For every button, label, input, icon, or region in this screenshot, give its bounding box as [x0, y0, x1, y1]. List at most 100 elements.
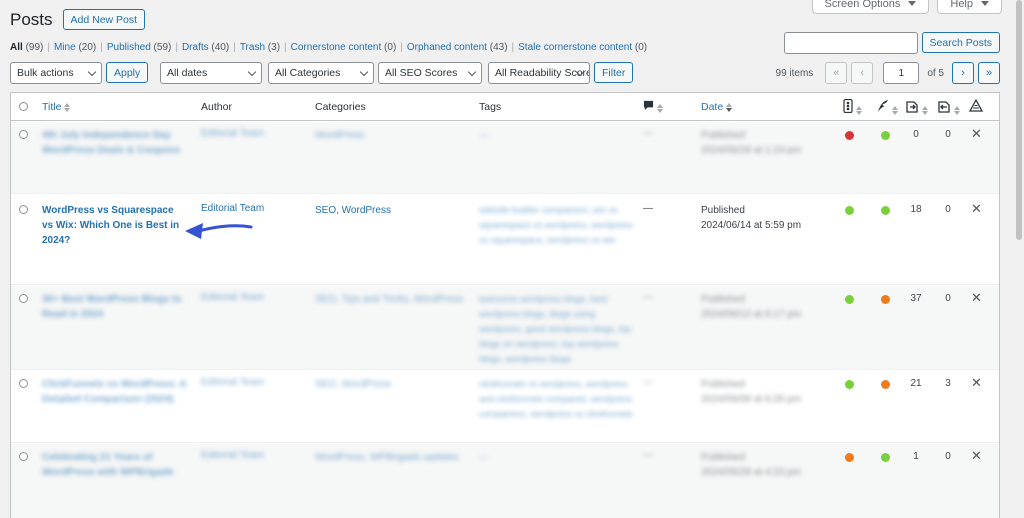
- close-icon[interactable]: ✕: [971, 201, 982, 217]
- table-row: Celebrating 21 Years of WordPress with W…: [11, 444, 999, 518]
- column-outgoing-links[interactable]: [905, 99, 928, 116]
- readability-quill-icon: [878, 100, 888, 112]
- post-author-link[interactable]: Editorial Team: [201, 203, 264, 214]
- last-page-button[interactable]: »: [978, 62, 1000, 84]
- post-author-link[interactable]: Editorial Team: [201, 450, 264, 461]
- screen-options-label: Screen Options: [824, 0, 901, 10]
- next-page-button[interactable]: ›: [952, 62, 974, 84]
- page-scrollbar[interactable]: [1014, 0, 1024, 518]
- post-author-link[interactable]: Editorial Team: [201, 128, 264, 139]
- readability-score-dot: [881, 380, 890, 389]
- scrollbar-thumb[interactable]: [1016, 0, 1022, 240]
- current-page-input[interactable]: 1: [883, 62, 920, 84]
- filter-button[interactable]: Filter: [594, 62, 634, 83]
- view-orphaned[interactable]: Orphaned content (43): [407, 42, 508, 53]
- post-tags: website builder comparison, wix vs squar…: [479, 205, 633, 245]
- dates-value: All dates: [167, 67, 208, 79]
- bulk-actions-value: Bulk actions: [17, 67, 74, 79]
- post-categories[interactable]: SEO, WordPress: [315, 377, 465, 392]
- row-checkbox[interactable]: [19, 130, 28, 139]
- help-label: Help: [950, 0, 973, 10]
- column-cornerstone[interactable]: [968, 98, 984, 115]
- select-all-checkbox[interactable]: [19, 102, 28, 111]
- column-categories: Categories: [315, 101, 366, 113]
- apply-button[interactable]: Apply: [106, 62, 149, 83]
- close-icon[interactable]: ✕: [971, 126, 982, 142]
- post-comments: —: [643, 128, 653, 139]
- view-stale-cornerstone[interactable]: Stale cornerstone content (0): [518, 42, 647, 53]
- readability-select[interactable]: All Readability Scores: [488, 62, 590, 84]
- post-comments: —: [643, 450, 653, 461]
- total-pages: of 5: [927, 67, 944, 79]
- column-seo-score[interactable]: [843, 98, 862, 116]
- help-button[interactable]: Help: [937, 0, 1002, 14]
- row-checkbox[interactable]: [19, 379, 28, 388]
- post-title-link[interactable]: Celebrating 21 Years of WordPress with W…: [42, 450, 187, 480]
- post-author-link[interactable]: Editorial Team: [201, 292, 264, 303]
- table-row: WordPress vs Squarespace vs Wix: Which O…: [11, 195, 999, 285]
- view-trash[interactable]: Trash (3): [240, 42, 280, 53]
- search-posts-button[interactable]: Search Posts: [921, 32, 1000, 53]
- tablenav-top: Bulk actions Apply All dates All Categor…: [10, 62, 1000, 84]
- seo-scores-value: All SEO Scores: [385, 67, 458, 79]
- post-categories[interactable]: WordPress, WPBrigade updates: [315, 450, 465, 465]
- prev-page-button: ‹: [851, 62, 874, 84]
- search-box: Search Posts: [783, 32, 1000, 54]
- dates-select[interactable]: All dates: [160, 62, 262, 84]
- view-cornerstone[interactable]: Cornerstone content (0): [291, 42, 397, 53]
- sort-icon: [892, 105, 898, 115]
- view-all[interactable]: All (99): [10, 42, 43, 53]
- search-input[interactable]: [783, 32, 918, 54]
- post-tags: awesome wordpress blogs, best wordpress …: [479, 294, 632, 364]
- post-title-link[interactable]: 30+ Best WordPress Blogs to Read in 2024: [42, 292, 187, 322]
- readability-score-dot: [881, 131, 890, 140]
- post-categories[interactable]: WordPress: [315, 128, 465, 143]
- table-row: ClickFunnels vs WordPress: A Detailed Co…: [11, 371, 999, 443]
- seo-score-dot: [845, 380, 854, 389]
- close-icon[interactable]: ✕: [971, 448, 982, 464]
- screen-options-button[interactable]: Screen Options: [811, 0, 930, 14]
- column-author: Author: [201, 101, 232, 113]
- bulk-actions-select[interactable]: Bulk actions: [10, 62, 102, 84]
- post-title-link[interactable]: 4th July Independence Day WordPress Deal…: [42, 128, 187, 158]
- add-new-post-button[interactable]: Add New Post: [62, 9, 146, 30]
- close-icon[interactable]: ✕: [971, 290, 982, 306]
- seo-traffic-light-icon: [843, 98, 853, 114]
- post-comments: —: [643, 292, 653, 303]
- seo-scores-select[interactable]: All SEO Scores: [378, 62, 482, 84]
- post-title-link[interactable]: ClickFunnels vs WordPress: A Detailed Co…: [42, 377, 187, 407]
- row-checkbox[interactable]: [19, 452, 28, 461]
- incoming-links-count: 0: [945, 129, 951, 140]
- close-icon[interactable]: ✕: [971, 375, 982, 391]
- post-author-link[interactable]: Editorial Team: [201, 377, 264, 388]
- column-date[interactable]: Date: [701, 101, 733, 113]
- incoming-links-count: 3: [945, 378, 951, 389]
- column-readability[interactable]: [877, 99, 898, 116]
- post-comments: —: [643, 203, 653, 214]
- row-checkbox[interactable]: [19, 205, 28, 214]
- post-title-link[interactable]: WordPress vs Squarespace vs Wix: Which O…: [42, 203, 187, 248]
- column-title[interactable]: Title: [42, 101, 71, 113]
- categories-select[interactable]: All Categories: [268, 62, 374, 84]
- view-mine[interactable]: Mine (20): [54, 42, 96, 53]
- column-incoming-links[interactable]: [937, 99, 960, 116]
- table-row: 4th July Independence Day WordPress Deal…: [11, 122, 999, 194]
- sort-icon: [856, 105, 862, 115]
- incoming-links-count: 0: [945, 204, 951, 215]
- first-page-button: «: [825, 62, 848, 84]
- row-checkbox[interactable]: [19, 294, 28, 303]
- incoming-links-icon: [938, 101, 950, 113]
- arrow-annotation-icon: [185, 223, 253, 239]
- post-categories[interactable]: SEO, WordPress: [315, 203, 465, 218]
- view-drafts[interactable]: Drafts (40): [182, 42, 229, 53]
- sort-icon: [922, 105, 928, 115]
- incoming-links-count: 0: [945, 451, 951, 462]
- view-published[interactable]: Published (59): [107, 42, 172, 53]
- posts-table: Title Author Categories Tags Date 4th Ju…: [10, 92, 1000, 518]
- table-header: Title Author Categories Tags Date: [11, 93, 999, 121]
- post-categories[interactable]: SEO, Tips and Tricks, WordPress: [315, 292, 465, 307]
- outgoing-links-count: 18: [910, 204, 922, 215]
- post-date: Published 2024/06/28 at 1:23 pm: [701, 130, 802, 156]
- sort-icon: [64, 102, 71, 112]
- column-comments[interactable]: [643, 100, 663, 114]
